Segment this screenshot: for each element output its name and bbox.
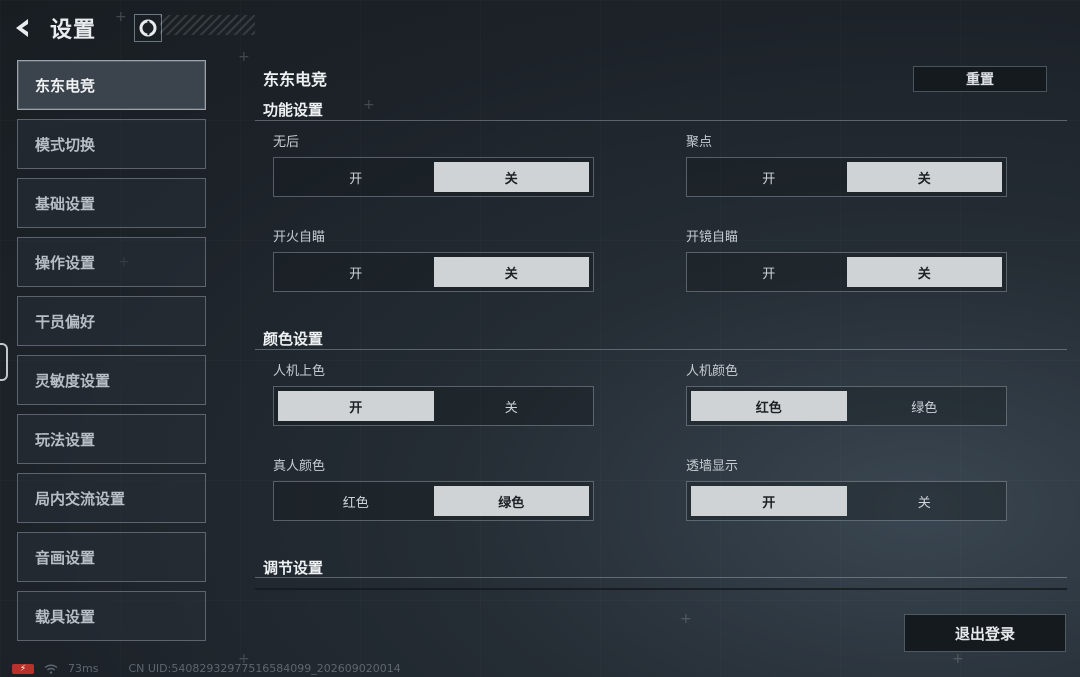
toggle-fire-aim-assist: 开 关 [273,252,594,292]
option-red[interactable]: 红色 [691,391,847,421]
sidebar-item-mode-switch[interactable]: 模式切换 [17,119,206,169]
toggle-no-recoil: 开 关 [273,157,594,197]
sidebar-item-gameplay-settings[interactable]: 玩法设置 [17,414,206,464]
scroll-area-bottom-edge [255,588,1067,590]
option-green[interactable]: 绿色 [847,391,1003,421]
option-red[interactable]: 红色 [278,486,434,516]
sidebar-item-label: 载具设置 [35,607,96,626]
option-off[interactable]: 关 [846,257,1002,287]
reset-button[interactable]: 重置 [913,66,1047,92]
toggle-wallhack-display: 开 关 [686,481,1007,521]
toggle-bot-color: 红色 绿色 [686,386,1007,426]
option-green[interactable]: 绿色 [433,486,589,516]
sidebar-item-operator-preference[interactable]: 干员偏好 [17,296,206,346]
sidebar-item-label: 基础设置 [35,194,96,213]
section-divider [255,120,1067,121]
toggle-focus-point: 开 关 [686,157,1007,197]
field-label-fire-aim-assist: 开火自瞄 [273,230,326,245]
option-on[interactable]: 开 [691,162,847,192]
section-divider [255,349,1067,350]
side-drawer-handle[interactable] [0,343,8,381]
toggle-player-color: 红色 绿色 [273,481,594,521]
section-title-function: 功能设置 [263,101,324,119]
option-on[interactable]: 开 [691,486,847,516]
field-label-no-recoil: 无后 [273,135,300,150]
game-logo-icon [134,14,163,42]
sidebar-item-label: 玩法设置 [35,430,96,449]
option-on[interactable]: 开 [278,391,434,421]
field-label-scope-aim-assist: 开镜自瞄 [686,230,739,245]
sidebar-item-in-game-chat-settings[interactable]: 局内交流设置 [17,473,206,523]
section-divider [255,577,1067,578]
sidebar-item-vehicle-settings[interactable]: 载具设置 [17,591,206,641]
toggle-scope-aim-assist: 开 关 [686,252,1007,292]
sidebar-item-label: 干员偏好 [35,312,96,331]
option-off[interactable]: 关 [846,162,1002,192]
field-label-bot-color: 人机颜色 [686,364,739,379]
field-label-player-color: 真人颜色 [273,459,326,474]
sidebar-item-sensitivity-settings[interactable]: 灵敏度设置 [17,355,206,405]
sidebar-item-label: 模式切换 [35,135,96,154]
header-hatch-decoration [160,15,255,35]
option-off[interactable]: 关 [433,257,589,287]
battery-charging-icon: ⚡ [12,663,34,674]
sidebar-item-dongdong-esports[interactable]: 东东电竞 [17,60,206,110]
user-uid: CN UID:54082932977516584099_202609020014 [128,662,401,675]
back-arrow-icon[interactable] [10,15,36,41]
option-on[interactable]: 开 [691,257,847,287]
section-title-adjustment: 调节设置 [263,559,324,577]
ping-value: 73ms [68,662,99,675]
option-off[interactable]: 关 [847,486,1003,516]
option-on[interactable]: 开 [278,257,434,287]
sidebar-item-label: 东东电竞 [35,76,96,95]
sidebar-item-label: 音画设置 [35,548,96,567]
crosshair-decoration: + [680,611,692,627]
top-bar: 设置 [10,10,163,46]
crosshair-decoration: + [238,49,250,65]
sidebar-item-label: 局内交流设置 [35,489,126,508]
wifi-icon [44,664,58,674]
page-title: 设置 [50,18,97,43]
sidebar-item-label: 操作设置 [35,253,96,272]
sidebar: 东东电竞 模式切换 基础设置 操作设置 干员偏好 灵敏度设置 玩法设置 局内交流… [17,60,206,650]
logout-button[interactable]: 退出登录 [904,614,1066,652]
option-off[interactable]: 关 [433,162,589,192]
field-label-bot-coloring: 人机上色 [273,364,326,379]
option-off[interactable]: 关 [434,391,590,421]
crosshair-decoration: + [952,651,964,667]
crosshair-decoration: + [363,97,375,113]
sidebar-item-control-settings[interactable]: 操作设置 [17,237,206,287]
sidebar-item-basic-settings[interactable]: 基础设置 [17,178,206,228]
field-label-wallhack-display: 透墙显示 [686,459,739,474]
section-title-color: 颜色设置 [263,330,324,348]
panel-title: 东东电竞 [263,70,328,89]
status-bar: ⚡ 73ms CN UID:54082932977516584099_20260… [12,662,401,675]
option-on[interactable]: 开 [278,162,434,192]
sidebar-item-audio-video-settings[interactable]: 音画设置 [17,532,206,582]
toggle-bot-coloring: 开 关 [273,386,594,426]
sidebar-item-label: 灵敏度设置 [35,371,111,390]
field-label-focus-point: 聚点 [686,135,713,150]
